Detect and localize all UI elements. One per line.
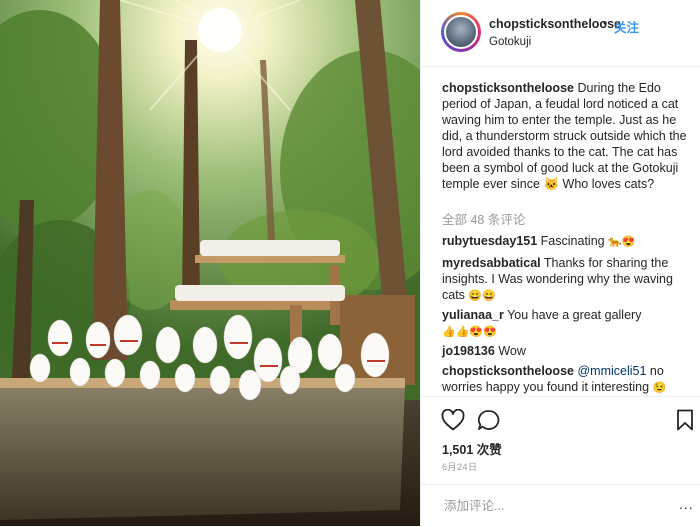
location-link[interactable]: Gotokuji <box>489 36 531 48</box>
header-username[interactable]: chopsticksontheloose <box>489 17 621 31</box>
caption-text: During the Edo period of Japan, a feudal… <box>442 81 687 191</box>
like-count[interactable]: 1,501 次赞 <box>442 439 502 458</box>
bookmark-icon[interactable] <box>676 409 694 436</box>
heart-icon[interactable] <box>441 408 465 436</box>
comment-row: myredsabbatical Thanks for sharing the i… <box>442 255 692 303</box>
comment-bubble-icon[interactable] <box>477 409 501 436</box>
comment-emoji: 😉 <box>652 382 667 394</box>
comment-emoji: 😄😄 <box>468 290 496 302</box>
caption-block: chopsticksontheloose During the Edo peri… <box>442 80 692 192</box>
comment-username[interactable]: chopsticksontheloose <box>442 364 574 378</box>
comment-text: Wow <box>498 344 526 358</box>
comment-text: Fascinating <box>540 234 605 248</box>
comment-row: jo198136 Wow <box>442 343 692 359</box>
post-photo[interactable] <box>0 0 420 526</box>
comment-username[interactable]: yulianaa_r <box>442 308 504 322</box>
comment-emoji: 🐆😍 <box>608 236 636 248</box>
comment-username[interactable]: rubytuesday151 <box>442 234 537 248</box>
caption-username[interactable]: chopsticksontheloose <box>442 81 574 95</box>
avatar[interactable] <box>441 12 481 52</box>
post-side-panel: chopsticksontheloose • 关注 Gotokuji chops… <box>420 0 700 526</box>
comment-text: You have a great gallery <box>507 308 642 322</box>
photo-image <box>0 0 420 526</box>
header-separator: • <box>603 16 608 30</box>
caption: chopsticksontheloose During the Edo peri… <box>442 80 692 192</box>
cat-emoji: 🐱 <box>543 177 560 191</box>
add-comment-bar <box>421 484 700 527</box>
post-date: 6月24日 <box>442 462 478 472</box>
comment-username[interactable]: myredsabbatical <box>442 256 541 270</box>
comment-mention[interactable]: @mmiceli51 <box>577 364 646 378</box>
avatar-image <box>444 15 478 49</box>
caption-text-end: Who loves cats? <box>562 177 655 191</box>
post-header: chopsticksontheloose • 关注 Gotokuji <box>421 0 700 67</box>
comment-row: yulianaa_r You have a great gallery 👍👍😍😍 <box>442 307 692 339</box>
comment-row: chopsticksontheloose @mmiceli51 no worri… <box>442 363 692 395</box>
follow-button[interactable]: 关注 <box>614 17 639 36</box>
comment-emoji: 👍👍😍😍 <box>442 326 497 338</box>
add-comment-input[interactable] <box>442 495 666 517</box>
more-options-icon[interactable]: ... <box>679 496 694 512</box>
view-all-comments-link[interactable]: 全部 48 条评论 <box>442 209 525 228</box>
comment-username[interactable]: jo198136 <box>442 344 495 358</box>
comment-row: rubytuesday151 Fascinating 🐆😍 <box>442 233 692 249</box>
